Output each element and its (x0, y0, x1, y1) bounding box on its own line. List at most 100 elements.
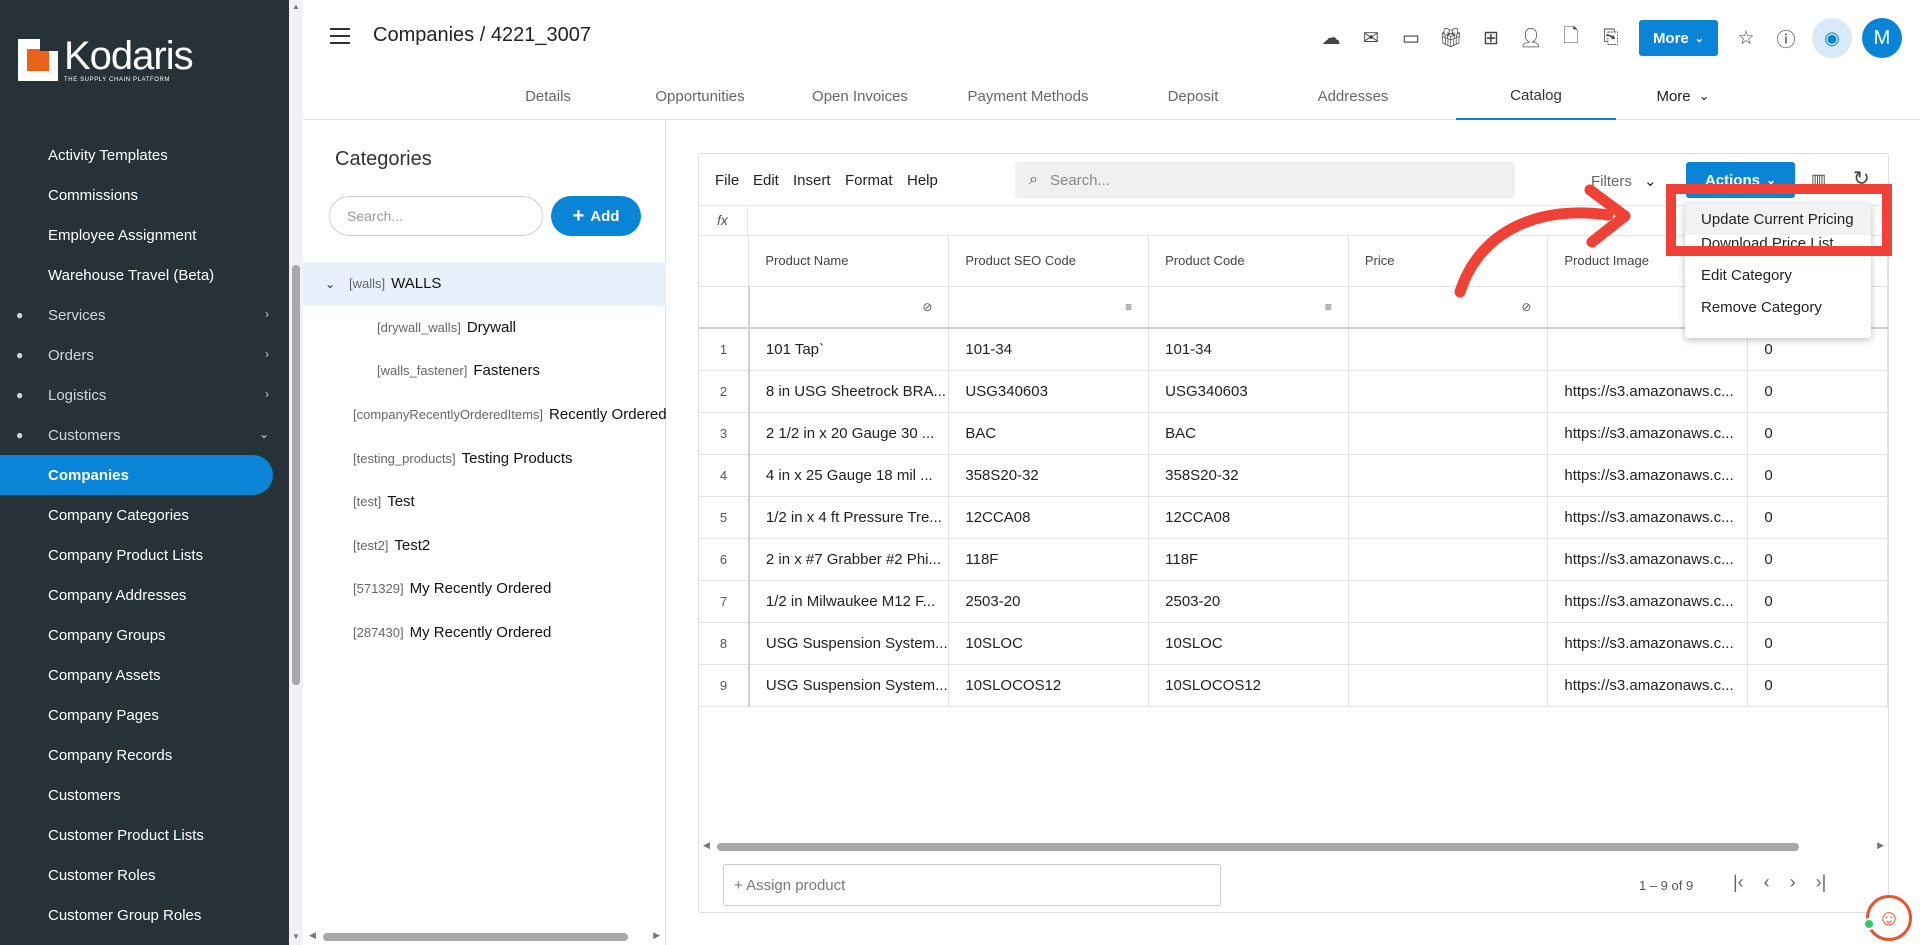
menu-item-remove-category[interactable]: Remove Category (1685, 291, 1871, 323)
table-cell[interactable]: 0 (1747, 412, 1888, 455)
category-tree-item[interactable]: [walls_fastener] Fasteners (303, 349, 666, 393)
category-tree-item[interactable]: [drywall_walls] Drywall (303, 306, 666, 350)
add-category-button[interactable]: + Add (551, 196, 641, 236)
tab-details[interactable]: Details (478, 72, 618, 120)
table-cell[interactable]: 0 (1747, 538, 1888, 581)
tab-deposit[interactable]: Deposit (1123, 72, 1263, 120)
table-cell[interactable]: 0 (1747, 622, 1888, 665)
table-cell[interactable] (1348, 622, 1549, 665)
scroll-right-arrow-icon[interactable]: ▶ (1877, 840, 1884, 851)
table-cell[interactable]: 358S20-32 (948, 454, 1150, 497)
monitor-plus-icon[interactable]: ⊞ (1471, 20, 1511, 56)
table-cell[interactable]: https://s3.amazonaws.c... (1547, 580, 1749, 623)
table-cell[interactable]: USG Suspension System... (748, 622, 950, 665)
category-tree-item[interactable]: [test] Test (303, 480, 666, 524)
table-cell[interactable]: 4 in x 25 Gauge 18 mil ... (748, 454, 950, 497)
assistant-bot-icon[interactable]: ◉ (1812, 18, 1852, 58)
sidebar-scrollbar[interactable]: ▲ ▼ (289, 0, 303, 945)
menu-format[interactable]: Format (845, 172, 893, 189)
table-row[interactable]: 62 in x #7 Grabber #2 Phi... 118F 118F http… (699, 538, 1888, 581)
sidebar-item-orders[interactable]: ● Orders › (0, 335, 289, 375)
table-cell[interactable]: 8 in USG Sheetrock BRA... (748, 370, 950, 413)
table-cell[interactable]: 12CCA08 (948, 496, 1150, 539)
sidebar-item-customers[interactable]: ● Customers ⌄ (0, 415, 289, 455)
table-row[interactable]: 9 USG Suspension System... 10SLOCOS12 10SLO… (699, 664, 1888, 707)
first-page-icon[interactable]: |‹ (1733, 872, 1744, 893)
table-cell[interactable]: https://s3.amazonaws.c... (1547, 496, 1749, 539)
table-cell[interactable]: 10SLOC (948, 622, 1150, 665)
category-tree-item[interactable]: [testing_products] Testing Products (303, 436, 666, 480)
sidebar-item-company-categories[interactable]: Company Categories (0, 495, 289, 535)
category-tree-item[interactable]: [test2] Test2 (303, 524, 666, 568)
grid-scroll-thumb[interactable] (717, 843, 1799, 851)
add-document-icon[interactable]: 🗋 (1551, 20, 1591, 56)
table-cell[interactable]: 2 1/2 in x 20 Gauge 30 ... (748, 412, 950, 455)
filter-icon[interactable]: ≡ (1325, 300, 1332, 314)
table-cell[interactable]: 2 in x #7 Grabber #2 Phi... (748, 538, 950, 581)
table-cell[interactable]: 12CCA08 (1148, 496, 1349, 539)
table-cell[interactable]: BAC (948, 412, 1150, 455)
sidebar-item-company-pages[interactable]: Company Pages (0, 695, 289, 735)
table-cell[interactable]: 1/2 in Milwaukee M12 F... (748, 580, 950, 623)
tab-payment-methods[interactable]: Payment Methods (948, 72, 1108, 120)
table-cell[interactable] (1348, 580, 1549, 623)
sidebar-item-customer-roles[interactable]: Customer Roles (0, 855, 289, 895)
menu-item-edit-category[interactable]: Edit Category (1685, 259, 1871, 291)
filter-cell[interactable]: ≡ (948, 286, 1150, 329)
sidebar-item-logistics[interactable]: ● Logistics › (0, 375, 289, 415)
category-tree-item[interactable]: [companyRecentlyOrderedItems] Recently Or… (303, 393, 667, 437)
previous-page-icon[interactable]: ‹ (1764, 872, 1770, 893)
chevron-down-icon[interactable]: ⌄ (325, 277, 339, 291)
scroll-right-arrow-icon[interactable]: ▶ (653, 930, 660, 941)
column-header-product-name[interactable]: Product Name (748, 236, 950, 287)
table-cell[interactable]: USG Suspension System... (748, 664, 950, 707)
table-cell[interactable]: 0 (1747, 664, 1888, 707)
sidebar-item-company-product-lists[interactable]: Company Product Lists (0, 535, 289, 575)
scroll-down-arrow-icon[interactable]: ▼ (292, 932, 300, 941)
table-cell[interactable]: 101 Tap` (748, 328, 950, 371)
brand-logo[interactable]: Kodaris THE SUPPLY CHAIN PLATFORM (0, 0, 289, 120)
sidebar-item-warehouse-travel-beta[interactable]: Warehouse Travel (Beta) (0, 255, 289, 295)
table-cell[interactable]: 10SLOCOS12 (948, 664, 1150, 707)
add-person-icon[interactable]: 👤︎ (1511, 20, 1551, 56)
sidebar-item-company-addresses[interactable]: Company Addresses (0, 575, 289, 615)
table-cell[interactable]: 1/2 in x 4 ft Pressure Tre... (748, 496, 950, 539)
table-cell[interactable]: 10SLOCOS12 (1148, 664, 1349, 707)
table-cell[interactable]: https://s3.amazonaws.c... (1547, 538, 1749, 581)
filter-icon[interactable]: ≡ (1125, 300, 1132, 314)
tab-addresses[interactable]: Addresses (1283, 72, 1423, 120)
sidebar-item-customers[interactable]: Customers (0, 775, 289, 815)
header-more-button[interactable]: More ⌄ (1638, 20, 1718, 56)
filter-clear-icon[interactable]: ⊘ (922, 300, 932, 314)
table-cell[interactable]: 118F (1148, 538, 1349, 581)
table-row[interactable]: 44 in x 25 Gauge 18 mil ... 358S20-32 358S… (699, 454, 1888, 497)
table-cell[interactable]: 0 (1747, 454, 1888, 497)
table-cell[interactable]: https://s3.amazonaws.c... (1547, 412, 1749, 455)
scroll-up-arrow-icon[interactable]: ▲ (292, 2, 300, 11)
filter-cell[interactable]: ≡ (1148, 286, 1349, 329)
table-cell[interactable] (1348, 496, 1549, 539)
category-tree-item[interactable]: [571329] My Recently Ordered (303, 567, 666, 611)
sidebar-item-customer-group-roles[interactable]: Customer Group Roles (0, 895, 289, 935)
sidebar-item-customer-product-lists[interactable]: Customer Product Lists (0, 815, 289, 855)
scroll-left-arrow-icon[interactable]: ◀ (703, 840, 710, 851)
assign-product-input[interactable]: + Assign product (723, 864, 1221, 906)
table-cell[interactable]: 0 (1747, 370, 1888, 413)
tab-open-invoices[interactable]: Open Invoices (790, 72, 930, 120)
sidebar-item-employee-assignment[interactable]: Employee Assignment (0, 215, 289, 255)
table-row[interactable]: 32 1/2 in x 20 Gauge 30 ... BAC BAC https:/… (699, 412, 1888, 455)
table-cell[interactable] (1348, 412, 1549, 455)
table-row[interactable]: 8 USG Suspension System... 10SLOC 10SLOC htt… (699, 622, 1888, 665)
mail-icon[interactable]: ✉ (1351, 20, 1391, 56)
table-cell[interactable]: USG340603 (1148, 370, 1349, 413)
sidebar-item-commissions[interactable]: Commissions (0, 175, 289, 215)
sidebar-item-company-records[interactable]: Company Records (0, 735, 289, 775)
table-cell[interactable] (1348, 664, 1549, 707)
star-icon[interactable]: ☆ (1726, 20, 1766, 56)
table-cell[interactable]: USG340603 (948, 370, 1150, 413)
menu-file[interactable]: File (715, 172, 739, 189)
table-cell[interactable] (1348, 454, 1549, 497)
table-row[interactable]: 28 in USG Sheetrock BRA... USG340603 USG34… (699, 370, 1888, 413)
category-tree-item[interactable]: [287430] My Recently Ordered (303, 611, 666, 655)
table-row[interactable]: 5 1/2 in x 4 ft Pressure Tre... 12CCA08 12C… (699, 496, 1888, 539)
